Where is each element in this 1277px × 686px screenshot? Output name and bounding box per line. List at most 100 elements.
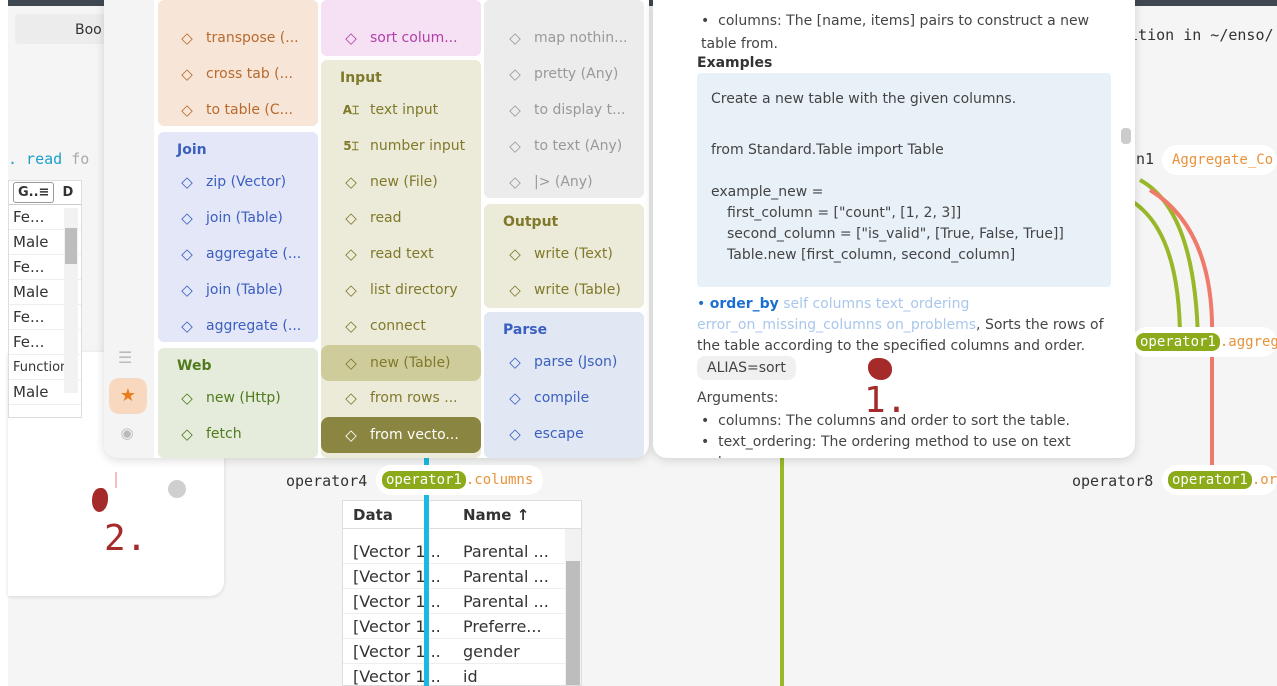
- diamond-icon: ◇: [181, 389, 193, 407]
- diamond-icon: ◇: [345, 29, 357, 47]
- entry-label: |> (Any): [534, 174, 593, 190]
- entry-number-input[interactable]: 5⌶ number input: [342, 133, 465, 159]
- entry-label: write (Table): [534, 282, 621, 298]
- entry-aggregate[interactable]: ◇ aggregate (...: [178, 241, 301, 267]
- entry-new-file[interactable]: ◇ new (File): [342, 169, 438, 195]
- entry-cross-tab[interactable]: ◇ cross tab (...: [178, 61, 293, 87]
- section-join: [158, 132, 318, 342]
- entry-list-directory[interactable]: ◇ list directory: [342, 277, 457, 303]
- doc-order-by-sig-2: error_on_missing_columns on_problems: [697, 317, 977, 333]
- entry-label: sort colum...: [370, 30, 458, 46]
- entry-label: write (Text): [534, 246, 613, 262]
- doc-example-box: Create a new table with the given column…: [697, 73, 1111, 287]
- entry-label: join (Table): [206, 282, 283, 298]
- entry-transpose[interactable]: ◇ transpose (...: [178, 25, 298, 51]
- left-edge: [0, 0, 8, 686]
- diamond-icon: ◇: [345, 173, 357, 191]
- operator4-suffix: .columns: [465, 472, 534, 488]
- bullet: •: [701, 13, 719, 29]
- cell-name: Parental ...: [463, 541, 549, 561]
- aggregate-node-text: Aggregate_Co: [1172, 152, 1274, 168]
- column-header-data[interactable]: Data: [353, 506, 393, 524]
- bottom-table-scroll-thumb[interactable]: [566, 561, 580, 685]
- entry-aggregate-2[interactable]: ◇ aggregate (...: [178, 313, 301, 339]
- entry-label: from vecto...: [370, 427, 459, 443]
- entry-pretty[interactable]: ◇ pretty (Any): [506, 61, 618, 87]
- entry-label: connect: [370, 318, 426, 334]
- project-title-text: Boo: [75, 22, 102, 38]
- diamond-icon: ◇: [181, 65, 193, 83]
- diamond-icon: ◇: [509, 101, 521, 119]
- entry-write-table[interactable]: ◇ write (Table): [506, 277, 621, 303]
- doc-arg-columns-text: columns: The [name, items] pairs to cons…: [701, 13, 1090, 52]
- node-handle[interactable]: [168, 480, 186, 498]
- doc-scroll-thumb[interactable]: [1121, 128, 1131, 144]
- star-icon[interactable]: ★: [109, 378, 147, 414]
- cursor-mark: [115, 472, 117, 488]
- entry-text-input[interactable]: A⌶ text input: [342, 97, 438, 123]
- entry-label: aggregate (...: [206, 246, 302, 262]
- stack-icon[interactable]: ☰: [118, 348, 138, 367]
- operator4-chip[interactable]: operator1: [382, 471, 466, 489]
- diamond-icon: ◇: [509, 65, 521, 83]
- entry-compile[interactable]: ◇ compile: [506, 385, 589, 411]
- entry-http[interactable]: ◇ new (Http): [178, 385, 280, 411]
- entry-write-text[interactable]: ◇ write (Text): [506, 241, 613, 267]
- cell-name: Parental ...: [463, 566, 549, 586]
- entry-escape[interactable]: ◇ escape: [506, 421, 583, 447]
- entry-sort-columns[interactable]: ◇ sort colum...: [342, 25, 458, 51]
- diamond-icon: ◇: [345, 281, 357, 299]
- diamond-icon: ◇: [345, 317, 357, 335]
- local-scope-icon[interactable]: ◉: [117, 424, 137, 444]
- entry-label: zip (Vector): [206, 174, 287, 190]
- entry-map-nothing[interactable]: ◇ map nothin...: [506, 25, 627, 51]
- doc-code-line: Table.new [first_column, second_column]: [727, 247, 1016, 263]
- operator8-node[interactable]: operator1 .or: [1162, 465, 1277, 495]
- read-node[interactable]: . read fo: [8, 150, 89, 168]
- entry-from-vectors[interactable]: ◇ from vecto...: [321, 417, 481, 453]
- column-header-name[interactable]: Name ↑: [463, 506, 529, 524]
- diamond-icon: ◇: [509, 137, 521, 155]
- doc-order-by-name[interactable]: order_by: [710, 296, 779, 312]
- doc-order-by-sig: self columns text_ordering: [783, 296, 970, 312]
- entry-to-display-text[interactable]: ◇ to display t...: [506, 97, 625, 123]
- edges-curves: [1128, 178, 1215, 341]
- doc-arguments-list: • columns: The columns and order to sort…: [701, 411, 1121, 458]
- operator4-node[interactable]: operator1 .columns: [376, 465, 544, 495]
- entry-label: pretty (Any): [534, 66, 619, 82]
- diamond-icon: ◇: [181, 101, 193, 119]
- entry-zip[interactable]: ◇ zip (Vector): [178, 169, 286, 195]
- entry-label: to text (Any): [534, 138, 623, 154]
- entry-from-rows[interactable]: ◇ from rows ...: [342, 385, 458, 411]
- left-table-header-b[interactable]: D: [62, 185, 73, 200]
- left-table-scroll-thumb[interactable]: [65, 228, 77, 264]
- left-table-header-a[interactable]: G..≡: [13, 182, 55, 203]
- edge-blue-overlay: [424, 500, 429, 686]
- read-suffix: fo: [71, 150, 90, 168]
- right-node-chip[interactable]: operator1: [1136, 333, 1220, 351]
- entry-label: from rows ...: [370, 390, 458, 406]
- diamond-icon: ◇: [181, 281, 193, 299]
- doc-arg-columns: • columns: The [name, items] pairs to co…: [701, 10, 1121, 56]
- doc-example-desc: Create a new table with the given column…: [711, 91, 1017, 107]
- operator4-table[interactable]: Data Name ↑ [Vector 1... Parental ... [Ve…: [342, 500, 582, 686]
- entry-fetch[interactable]: ◇ fetch: [178, 421, 241, 447]
- aggregate-node[interactable]: Aggregate_Co: [1162, 145, 1277, 175]
- operator8-chip[interactable]: operator1: [1168, 471, 1252, 489]
- annotation-label-2: 2.: [104, 518, 148, 559]
- entry-read[interactable]: ◇ read: [342, 205, 401, 231]
- entry-to-table[interactable]: ◇ to table (C...: [178, 97, 293, 123]
- entry-read-text[interactable]: ◇ read text: [342, 241, 433, 267]
- entry-connect[interactable]: ◇ connect: [342, 313, 426, 339]
- right-node[interactable]: operator1 .aggreg: [1132, 327, 1277, 357]
- entry-new-table[interactable]: ◇ new (Table): [321, 345, 481, 381]
- entry-parse-json[interactable]: ◇ parse (Json): [506, 349, 617, 375]
- project-title[interactable]: Boo: [15, 14, 115, 44]
- doc-arguments-title: Arguments:: [697, 390, 779, 406]
- table-row: [Vector 1... Parental ...: [343, 564, 565, 589]
- entry-join[interactable]: ◇ join (Table): [178, 205, 283, 231]
- entry-join-2[interactable]: ◇ join (Table): [178, 277, 283, 303]
- cell-name: gender: [463, 641, 520, 661]
- entry-to-text[interactable]: ◇ to text (Any): [506, 133, 622, 159]
- entry-pipe[interactable]: ◇ |> (Any): [506, 169, 593, 195]
